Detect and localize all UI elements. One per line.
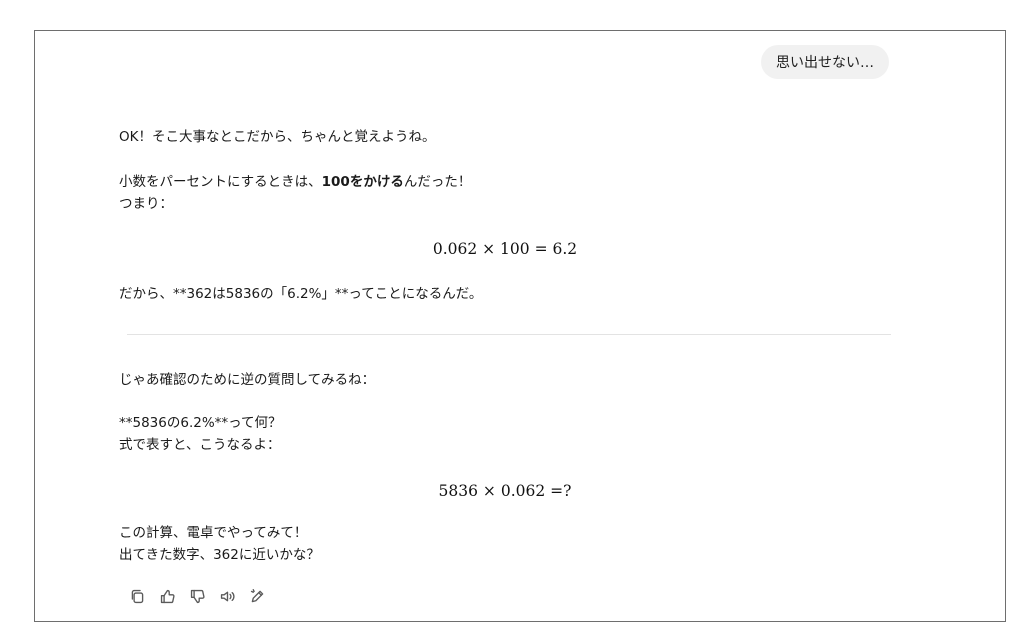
thumbs-up-icon[interactable] [157,586,177,606]
speaker-icon[interactable] [217,586,237,606]
check-intro-text: じゃあ確認のために逆の質問してみるね： [119,372,376,388]
calc-prompt-text: この計算、電卓でやってみて！ [119,525,308,541]
explain-suffix: んだった！ [403,174,472,190]
tsumari-text: つまり： [119,196,173,212]
user-message-bubble: 思い出せない… [761,45,889,79]
explanation-line: 小数をパーセントにするときは、100をかけるんだった！ [119,171,891,193]
assistant-intro: OK！そこ大事なとこだから、ちゃんと覚えようね。 [119,126,891,148]
equation-1: 0.062 × 100 = 6.2 [432,240,578,258]
explain-bold: 100をかける [321,174,404,190]
user-message-text: 思い出せない… [776,55,874,71]
closing-text: 出てきた数字、362に近いかな？ [119,547,320,563]
edit-icon[interactable] [247,586,267,606]
formula-intro-text: 式で表すと、こうなるよ： [119,437,281,453]
assistant-check-intro: じゃあ確認のために逆の質問してみるね： [119,369,891,391]
message-actions [127,586,267,606]
chat-panel: 思い出せない… OK！そこ大事なとこだから、ちゃんと覚えようね。 小数をパーセン… [34,30,1006,622]
question-text: **5836の6.2%**って何？ [119,415,282,431]
assistant-explanation: 小数をパーセントにするときは、100をかけるんだった！ つまり： [119,171,891,215]
thumbs-down-icon[interactable] [187,586,207,606]
equation-2: 5836 × 0.062 =? [438,482,572,500]
assistant-closing: この計算、電卓でやってみて！ 出てきた数字、362に近いかな？ [119,522,891,566]
conclusion-text: だから、**362は5836の「6.2%」**ってことになるんだ。 [119,286,483,302]
copy-icon[interactable] [127,586,147,606]
assistant-question: **5836の6.2%**って何？ 式で表すと、こうなるよ： [119,412,891,456]
intro-text: OK！そこ大事なとこだから、ちゃんと覚えようね。 [119,129,436,145]
section-divider [127,334,891,335]
assistant-conclusion: だから、**362は5836の「6.2%」**ってことになるんだ。 [119,283,891,305]
explain-prefix: 小数をパーセントにするときは、 [119,174,322,190]
